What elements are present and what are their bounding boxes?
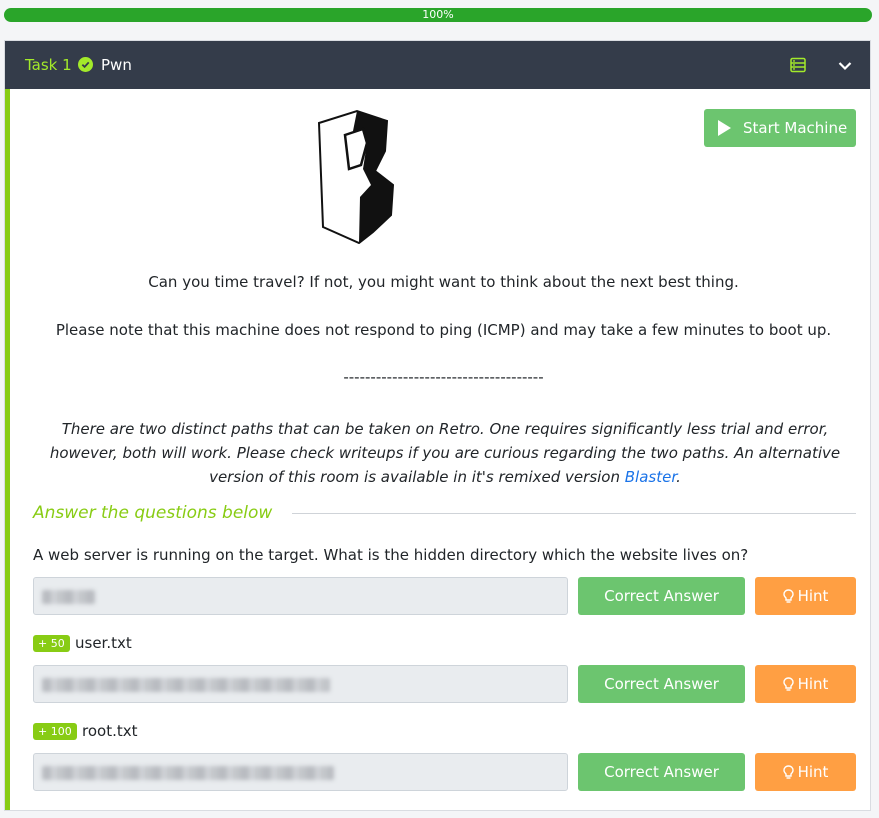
question-2-text: user.txt bbox=[75, 634, 132, 652]
italic-end: . bbox=[676, 468, 681, 486]
check-circle-icon bbox=[78, 57, 93, 72]
answer-heading: Answer the questions below bbox=[33, 503, 273, 523]
task-number: Task 1 bbox=[25, 56, 72, 74]
description-line-1: Can you time travel? If not, you might w… bbox=[148, 273, 739, 291]
description-separator: ------------------------------------- bbox=[343, 368, 544, 386]
redacted-answer bbox=[42, 766, 334, 780]
question-3-text: root.txt bbox=[82, 722, 138, 740]
task-card: Task 1 Pwn Start Machine Can you time tr… bbox=[4, 40, 871, 811]
arcade-cabinet-icon bbox=[317, 109, 395, 244]
task-title: Pwn bbox=[101, 56, 132, 74]
lightbulb-icon bbox=[782, 764, 794, 779]
points-badge-3: + 100 bbox=[33, 723, 77, 740]
hint-button-2[interactable]: Hint bbox=[755, 665, 856, 703]
lightbulb-icon bbox=[782, 676, 794, 691]
progress-bar: 100% bbox=[4, 8, 872, 22]
lightbulb-icon bbox=[782, 588, 794, 603]
correct-answer-button-1[interactable]: Correct Answer bbox=[578, 577, 745, 615]
redacted-answer bbox=[42, 590, 95, 604]
chevron-down-icon[interactable] bbox=[837, 58, 853, 74]
hint-label: Hint bbox=[797, 587, 829, 605]
start-machine-button[interactable]: Start Machine bbox=[704, 109, 856, 147]
italic-text: There are two distinct paths that can be… bbox=[49, 420, 841, 486]
hint-button-3[interactable]: Hint bbox=[755, 753, 856, 791]
start-machine-label: Start Machine bbox=[743, 119, 848, 137]
play-icon bbox=[718, 120, 731, 136]
description-italic: There are two distinct paths that can be… bbox=[40, 417, 850, 489]
answer-input-3[interactable] bbox=[33, 753, 568, 791]
task-header[interactable]: Task 1 Pwn bbox=[5, 41, 870, 89]
hint-label: Hint bbox=[797, 763, 829, 781]
redacted-answer bbox=[42, 678, 330, 692]
answer-divider bbox=[292, 513, 856, 514]
progress-fill: 100% bbox=[4, 8, 872, 22]
server-icon[interactable] bbox=[790, 57, 806, 73]
blaster-link[interactable]: Blaster bbox=[625, 468, 676, 486]
points-badge-2: + 50 bbox=[33, 635, 70, 652]
hint-button-1[interactable]: Hint bbox=[755, 577, 856, 615]
answer-input-2[interactable] bbox=[33, 665, 568, 703]
task-body: Start Machine Can you time travel? If no… bbox=[5, 89, 870, 810]
description-line-2: Please note that this machine does not r… bbox=[55, 321, 832, 339]
answer-input-1[interactable] bbox=[33, 577, 568, 615]
correct-answer-button-3[interactable]: Correct Answer bbox=[578, 753, 745, 791]
correct-answer-button-2[interactable]: Correct Answer bbox=[578, 665, 745, 703]
question-1-text: A web server is running on the target. W… bbox=[33, 546, 749, 564]
hint-label: Hint bbox=[797, 675, 829, 693]
